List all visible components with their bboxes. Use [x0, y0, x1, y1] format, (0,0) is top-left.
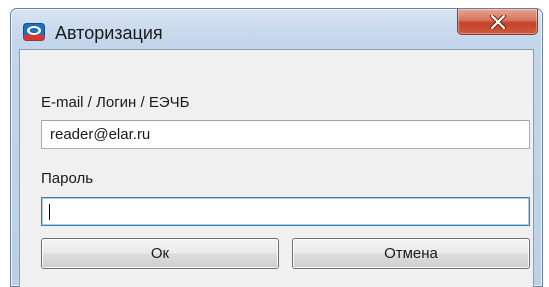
login-label: E-mail / Логин / ЕЭЧБ: [41, 94, 190, 111]
login-input[interactable]: reader@elar.ru: [41, 120, 530, 149]
dialog-body: E-mail / Логин / ЕЭЧБ reader@elar.ru Пар…: [19, 49, 534, 287]
window-title: Авторизация: [55, 23, 163, 43]
ok-button[interactable]: Ок: [41, 238, 279, 269]
password-input[interactable]: [41, 197, 530, 226]
app-logo-icon: [23, 23, 45, 41]
password-label: Пароль: [41, 170, 94, 187]
cancel-button[interactable]: Отмена: [292, 238, 530, 269]
text-caret: [49, 204, 50, 220]
close-icon: [489, 14, 506, 29]
auth-dialog-window: Авторизация E-mail / Логин / ЕЭЧБ reader…: [10, 8, 543, 287]
close-button[interactable]: [457, 9, 538, 35]
title-bar[interactable]: Авторизация: [11, 9, 542, 49]
